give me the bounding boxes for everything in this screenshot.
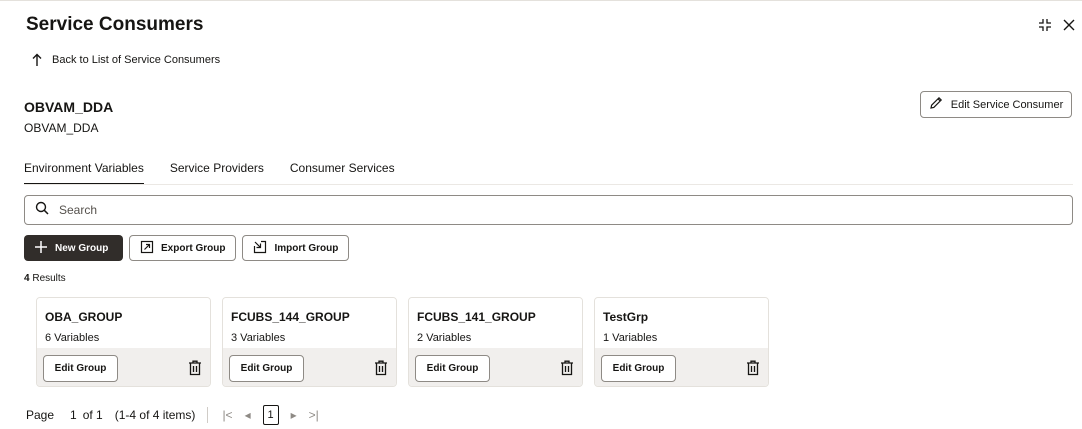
card-footer: Edit Group xyxy=(37,348,210,386)
pagination: Page 1 of 1 (1-4 of 4 items) |< ◂ 1 ▸ >| xyxy=(26,405,331,425)
edit-group-button[interactable]: Edit Group xyxy=(229,355,304,382)
page-title: Service Consumers xyxy=(26,14,204,35)
export-icon xyxy=(140,240,154,257)
search-input[interactable] xyxy=(59,203,959,217)
card-header: OBA_GROUP 6 Variables xyxy=(37,298,210,348)
group-name: OBA_GROUP xyxy=(45,310,123,324)
tabs-divider xyxy=(24,184,1073,185)
tab-service-providers[interactable]: Service Providers xyxy=(170,161,264,185)
variable-count: 2 Variables xyxy=(417,332,472,344)
card-header: TestGrp 1 Variables xyxy=(595,298,768,348)
edit-group-button[interactable]: Edit Group xyxy=(601,355,676,382)
group-card: TestGrp 1 Variables Edit Group xyxy=(594,297,769,387)
card-footer: Edit Group xyxy=(223,348,396,386)
results-label: Results xyxy=(29,273,66,284)
variable-count: 3 Variables xyxy=(231,332,286,344)
trash-icon[interactable] xyxy=(187,359,203,377)
collapse-icon[interactable] xyxy=(1034,14,1056,36)
page-number-input[interactable]: 1 xyxy=(70,408,77,422)
import-group-button[interactable]: Import Group xyxy=(242,235,350,261)
last-page-icon[interactable]: >| xyxy=(309,408,319,422)
plus-icon xyxy=(34,240,48,257)
card-footer: Edit Group xyxy=(409,348,582,386)
close-icon[interactable] xyxy=(1058,14,1080,36)
consumer-name: OBVAM_DDA xyxy=(24,99,114,115)
trash-icon[interactable] xyxy=(559,359,575,377)
export-group-button[interactable]: Export Group xyxy=(129,235,237,261)
group-name: FCUBS_144_GROUP xyxy=(231,310,350,324)
new-group-button[interactable]: New Group xyxy=(24,235,123,261)
variable-count: 6 Variables xyxy=(45,332,100,344)
trash-icon[interactable] xyxy=(373,359,389,377)
first-page-icon[interactable]: |< xyxy=(222,408,232,422)
results-count: 4 Results xyxy=(24,273,66,284)
edit-group-button[interactable]: Edit Group xyxy=(415,355,490,382)
tab-bar: Environment Variables Service Providers … xyxy=(24,161,421,185)
tab-environment-variables[interactable]: Environment Variables xyxy=(24,161,144,185)
edit-group-button[interactable]: Edit Group xyxy=(43,355,118,382)
trash-icon[interactable] xyxy=(745,359,761,377)
card-header: FCUBS_144_GROUP 3 Variables xyxy=(223,298,396,348)
back-link-label: Back to List of Service Consumers xyxy=(52,54,221,66)
export-group-label: Export Group xyxy=(161,242,226,254)
search-field[interactable] xyxy=(24,195,1073,225)
page-label: Page xyxy=(26,408,55,422)
edit-service-consumer-label: Edit Service Consumer xyxy=(950,98,1064,111)
group-name: FCUBS_141_GROUP xyxy=(417,310,536,324)
page-range: (1-4 of 4 items) xyxy=(114,408,196,422)
pager-divider xyxy=(207,407,209,423)
group-card: OBA_GROUP 6 Variables Edit Group xyxy=(36,297,211,387)
group-toolbar: New Group Export Group Import Group xyxy=(24,235,350,261)
pencil-icon xyxy=(929,96,943,113)
tab-consumer-services[interactable]: Consumer Services xyxy=(290,161,395,185)
arrow-up-icon xyxy=(32,53,42,67)
back-link[interactable]: Back to List of Service Consumers xyxy=(32,53,220,67)
card-footer: Edit Group xyxy=(595,348,768,386)
top-divider xyxy=(0,0,1082,1)
edit-service-consumer-button[interactable]: Edit Service Consumer xyxy=(920,91,1072,118)
card-header: FCUBS_141_GROUP 2 Variables xyxy=(409,298,582,348)
next-page-icon[interactable]: ▸ xyxy=(291,408,297,422)
import-group-label: Import Group xyxy=(274,242,339,254)
prev-page-icon[interactable]: ◂ xyxy=(245,408,251,422)
group-name: TestGrp xyxy=(603,310,649,324)
consumer-description: OBVAM_DDA xyxy=(24,121,99,135)
group-card: FCUBS_144_GROUP 3 Variables Edit Group xyxy=(222,297,397,387)
group-card: FCUBS_141_GROUP 2 Variables Edit Group xyxy=(408,297,583,387)
page-total: of 1 xyxy=(82,408,103,422)
current-page-button[interactable]: 1 xyxy=(262,405,279,425)
variable-count: 1 Variables xyxy=(603,332,658,344)
import-icon xyxy=(253,240,267,257)
new-group-label: New Group xyxy=(55,242,109,254)
search-icon xyxy=(35,201,49,220)
